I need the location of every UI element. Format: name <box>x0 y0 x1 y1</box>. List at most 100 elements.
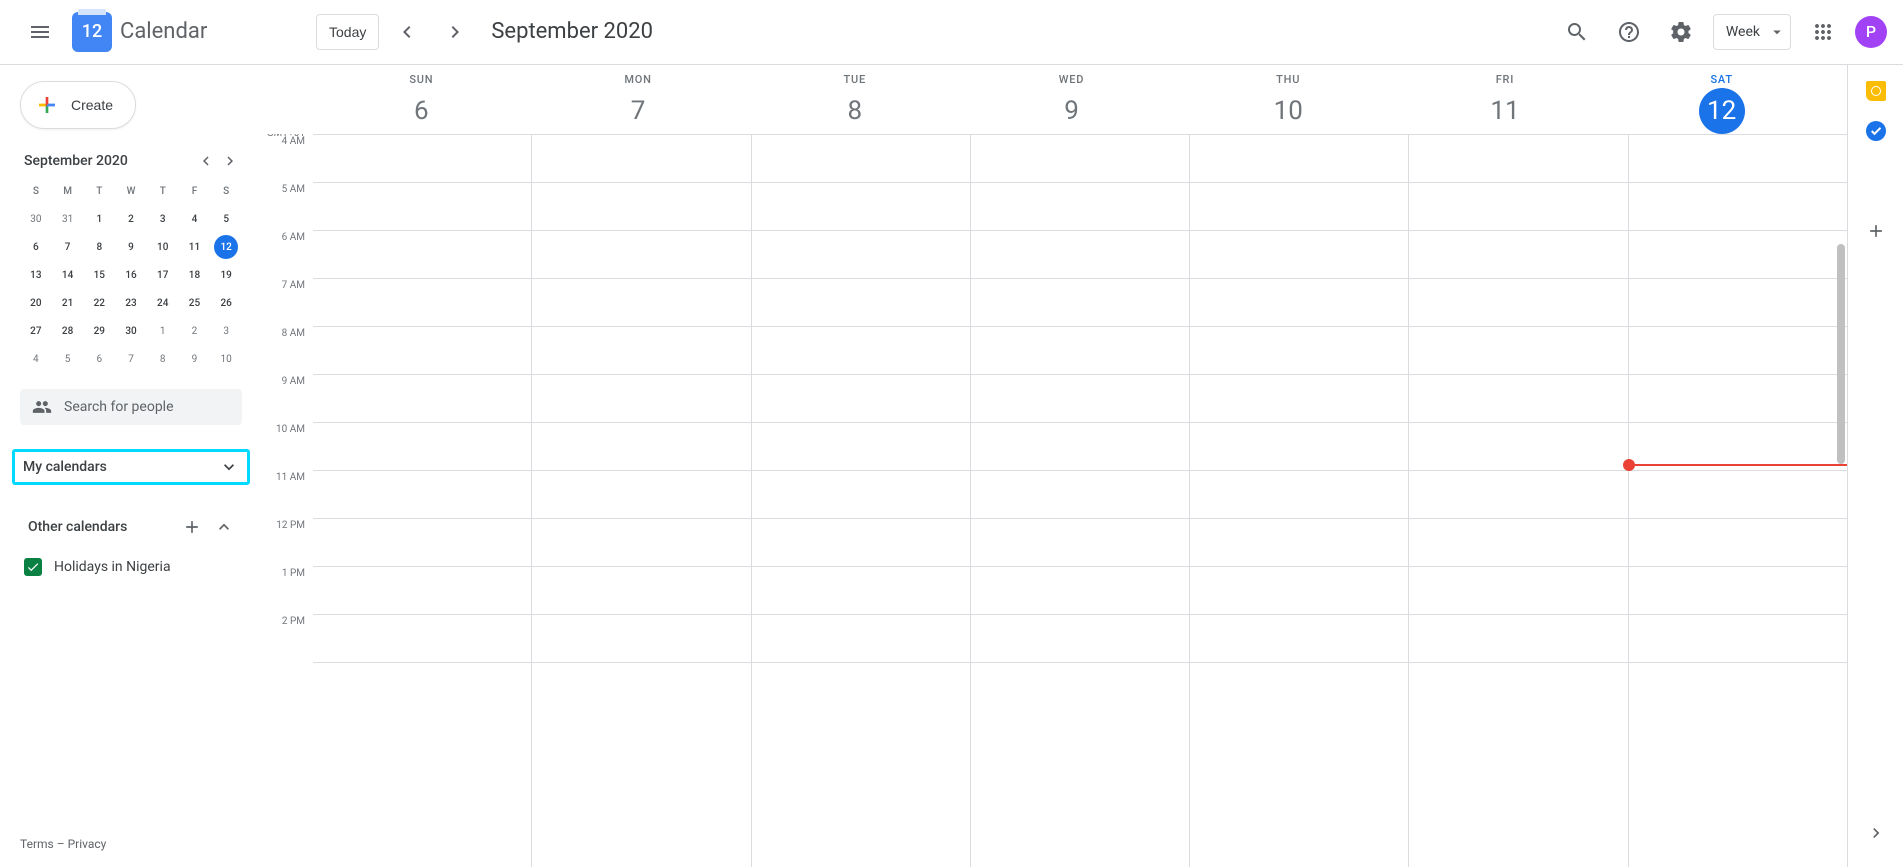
today-button[interactable]: Today <box>316 14 379 50</box>
mini-calendar-title: September 2020 <box>24 153 128 169</box>
view-selector[interactable]: Week <box>1713 14 1791 50</box>
mini-day-cell[interactable]: 11 <box>179 233 211 261</box>
keep-addon-button[interactable] <box>1866 81 1886 101</box>
day-header[interactable]: THU10 <box>1180 65 1397 134</box>
mini-day-cell[interactable]: 16 <box>115 261 147 289</box>
mini-day-cell[interactable]: 10 <box>210 345 242 373</box>
next-period-button[interactable] <box>439 16 471 48</box>
day-header[interactable]: SUN6 <box>313 65 530 134</box>
check-icon <box>26 560 40 574</box>
mini-day-cell[interactable]: 7 <box>52 233 84 261</box>
calendar-list-item[interactable]: Holidays in Nigeria <box>20 551 242 583</box>
mini-day-cell[interactable]: 19 <box>210 261 242 289</box>
day-header[interactable]: WED9 <box>963 65 1180 134</box>
mini-day-cell[interactable]: 2 <box>179 317 211 345</box>
account-avatar[interactable]: P <box>1855 16 1887 48</box>
hour-label: 7 AM <box>282 280 305 291</box>
mini-day-cell[interactable]: 9 <box>115 233 147 261</box>
mini-day-cell[interactable]: 24 <box>147 289 179 317</box>
day-header[interactable]: MON7 <box>530 65 747 134</box>
mini-prev-button[interactable] <box>194 149 218 173</box>
hour-label: 12 PM <box>276 520 305 531</box>
hour-label: 10 AM <box>276 424 305 435</box>
mini-day-cell[interactable]: 5 <box>210 205 242 233</box>
prev-period-button[interactable] <box>391 16 423 48</box>
mini-day-cell[interactable]: 3 <box>147 205 179 233</box>
mini-day-cell[interactable]: 2 <box>115 205 147 233</box>
mini-day-cell[interactable]: 22 <box>83 289 115 317</box>
mini-day-cell[interactable]: 23 <box>115 289 147 317</box>
day-header[interactable]: TUE 8 <box>746 65 963 134</box>
plus-icon[interactable] <box>182 517 202 537</box>
mini-day-cell[interactable]: 5 <box>52 345 84 373</box>
mini-day-cell[interactable]: 28 <box>52 317 84 345</box>
mini-day-cell[interactable]: 7 <box>115 345 147 373</box>
privacy-link[interactable]: Privacy <box>68 837 107 851</box>
mini-day-cell[interactable]: 14 <box>52 261 84 289</box>
mini-day-cell[interactable]: 8 <box>147 345 179 373</box>
plus-icon <box>1866 221 1886 241</box>
day-column[interactable] <box>313 135 531 867</box>
mini-day-cell[interactable]: 26 <box>210 289 242 317</box>
calendar-checkbox[interactable] <box>24 558 42 576</box>
mini-day-cell[interactable]: 15 <box>83 261 115 289</box>
now-indicator <box>1629 464 1847 466</box>
day-column[interactable] <box>751 135 970 867</box>
day-column[interactable] <box>531 135 750 867</box>
view-selector-label: Week <box>1726 24 1760 40</box>
mini-day-cell[interactable]: 6 <box>20 233 52 261</box>
day-of-week-label: TUE <box>746 73 963 86</box>
hide-side-panel-button[interactable] <box>1858 815 1894 851</box>
mini-day-cell[interactable]: 1 <box>83 205 115 233</box>
terms-link[interactable]: Terms <box>20 837 54 851</box>
mini-day-cell[interactable]: 20 <box>20 289 52 317</box>
create-button[interactable]: Create <box>20 81 136 129</box>
day-number: 8 <box>832 88 878 134</box>
mini-day-cell[interactable]: 18 <box>179 261 211 289</box>
mini-day-cell[interactable]: 21 <box>52 289 84 317</box>
mini-day-cell[interactable]: 31 <box>52 205 84 233</box>
mini-day-cell[interactable]: 10 <box>147 233 179 261</box>
day-column[interactable] <box>1408 135 1627 867</box>
mini-day-cell[interactable]: 8 <box>83 233 115 261</box>
chevron-up-icon <box>214 517 234 537</box>
mini-day-cell[interactable]: 4 <box>179 205 211 233</box>
settings-button[interactable] <box>1661 12 1701 52</box>
mini-day-cell[interactable]: 1 <box>147 317 179 345</box>
day-of-week-label: MON <box>530 73 747 86</box>
tasks-addon-button[interactable] <box>1866 121 1886 141</box>
people-icon <box>32 397 52 417</box>
scrollbar-thumb[interactable] <box>1837 244 1845 464</box>
mini-next-button[interactable] <box>218 149 242 173</box>
app-logo[interactable]: 12 Calendar <box>68 12 207 52</box>
mini-day-cell[interactable]: 9 <box>179 345 211 373</box>
main-menu-button[interactable] <box>16 8 64 56</box>
day-column[interactable] <box>1628 135 1847 867</box>
mini-day-cell[interactable]: 13 <box>20 261 52 289</box>
day-column[interactable] <box>1189 135 1408 867</box>
other-calendars-toggle[interactable]: Other calendars <box>20 509 242 545</box>
mini-day-cell[interactable]: 29 <box>83 317 115 345</box>
my-calendars-toggle[interactable]: My calendars <box>12 449 250 485</box>
date-range-title: September 2020 <box>491 19 653 44</box>
mini-day-cell[interactable]: 6 <box>83 345 115 373</box>
day-column[interactable] <box>970 135 1189 867</box>
mini-day-cell[interactable]: 27 <box>20 317 52 345</box>
mini-day-cell[interactable]: 30 <box>20 205 52 233</box>
search-button[interactable] <box>1557 12 1597 52</box>
search-people-input[interactable]: Search for people <box>20 389 242 425</box>
mini-day-cell[interactable]: 12 <box>210 233 242 261</box>
day-header[interactable]: SAT12 <box>1613 65 1830 134</box>
day-header[interactable]: FRI11 <box>1397 65 1614 134</box>
mini-dow-label: T <box>83 177 115 205</box>
mini-day-cell[interactable]: 30 <box>115 317 147 345</box>
mini-day-cell[interactable]: 3 <box>210 317 242 345</box>
mini-day-cell[interactable]: 25 <box>179 289 211 317</box>
support-button[interactable] <box>1609 12 1649 52</box>
get-addons-button[interactable] <box>1866 221 1886 241</box>
hamburger-icon <box>28 20 52 44</box>
calendar-grid[interactable]: GMT+01 4 AM5 AM6 AM7 AM8 AM9 AM10 AM11 A… <box>257 134 1847 867</box>
mini-day-cell[interactable]: 17 <box>147 261 179 289</box>
google-apps-button[interactable] <box>1803 12 1843 52</box>
mini-day-cell[interactable]: 4 <box>20 345 52 373</box>
